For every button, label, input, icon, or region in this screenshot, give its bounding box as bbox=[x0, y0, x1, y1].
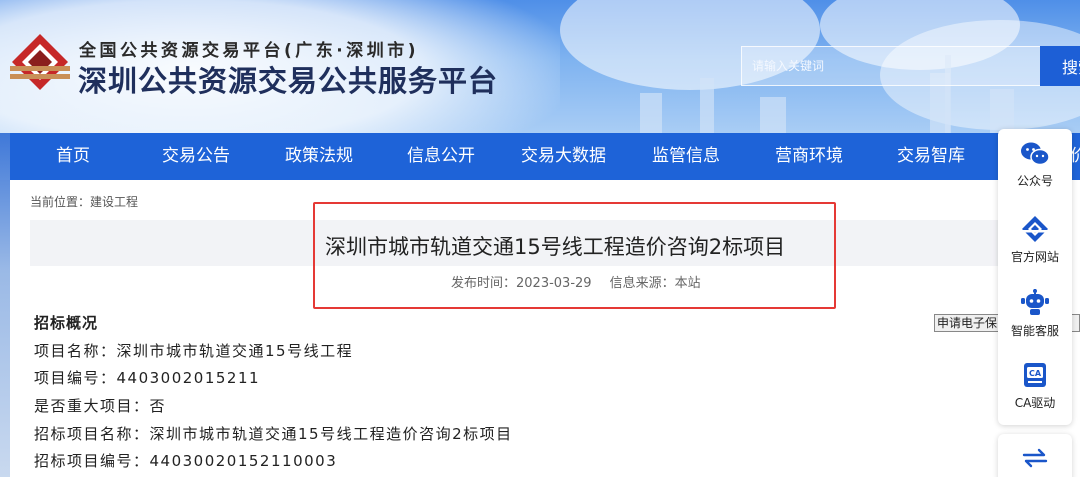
nav-item-policies[interactable]: 政策法规 bbox=[285, 133, 353, 180]
section-heading: 招标概况 bbox=[34, 314, 99, 332]
smart-customer-service[interactable]: 智能客服 bbox=[998, 289, 1072, 339]
float-label-service: 智能客服 bbox=[1010, 324, 1059, 338]
project-name: 项目名称：深圳市城市轨道交通15号线工程 bbox=[34, 342, 354, 360]
nav-item-business-env[interactable]: 营商环境 bbox=[775, 133, 843, 180]
nav-item-supervision[interactable]: 监管信息 bbox=[652, 133, 720, 180]
float-label-wechat: 公众号 bbox=[1016, 174, 1053, 188]
platform-title[interactable]: 深圳公共资源交易公共服务平台 bbox=[78, 58, 498, 100]
site-logo[interactable] bbox=[10, 32, 70, 92]
nav-item-big-data[interactable]: 交易大数据 bbox=[521, 133, 606, 180]
wechat-icon bbox=[1021, 142, 1050, 166]
highlight-annotation-box bbox=[313, 202, 836, 309]
project-number: 项目编号：4403002015211 bbox=[34, 369, 261, 387]
floating-toolbar: 公众号 官方网站 智能客服 CA CA驱动 bbox=[998, 129, 1072, 425]
left-decoration bbox=[0, 133, 10, 477]
ca-icon: CA bbox=[1024, 363, 1046, 387]
major-project: 是否重大项目：否 bbox=[34, 397, 167, 415]
svg-text:CA: CA bbox=[1029, 369, 1042, 378]
tender-project-name: 招标项目名称：深圳市城市轨道交通15号线工程造价咨询2标项目 bbox=[34, 425, 513, 443]
search-input[interactable] bbox=[741, 46, 1041, 86]
nav-item-disclosure[interactable]: 信息公开 bbox=[407, 133, 475, 180]
nav-item-home[interactable]: 首页 bbox=[56, 133, 90, 180]
nav-item-announcements[interactable]: 交易公告 bbox=[162, 133, 230, 180]
search-button[interactable]: 搜索 bbox=[1040, 46, 1080, 86]
website-icon bbox=[1022, 216, 1048, 242]
exchange-icon bbox=[1022, 448, 1048, 468]
official-website[interactable]: 官方网站 bbox=[998, 215, 1072, 265]
breadcrumb: 当前位置：建设工程 bbox=[30, 195, 139, 209]
float-label-website: 官方网站 bbox=[1010, 250, 1059, 264]
nav-item-think-tank[interactable]: 交易智库 bbox=[897, 133, 965, 180]
main-nav: 首页 交易公告 政策法规 信息公开 交易大数据 监管信息 营商环境 交易智库 价 bbox=[10, 133, 1080, 180]
wechat-official-account[interactable]: 公众号 bbox=[998, 141, 1072, 189]
tender-project-number: 招标项目编号：44030020152110003 bbox=[34, 452, 338, 470]
ca-driver[interactable]: CA CA驱动 bbox=[998, 361, 1072, 411]
float-label-ca: CA驱动 bbox=[1014, 396, 1056, 410]
exchange-toolbar[interactable] bbox=[998, 434, 1072, 477]
robot-icon bbox=[1021, 289, 1049, 315]
